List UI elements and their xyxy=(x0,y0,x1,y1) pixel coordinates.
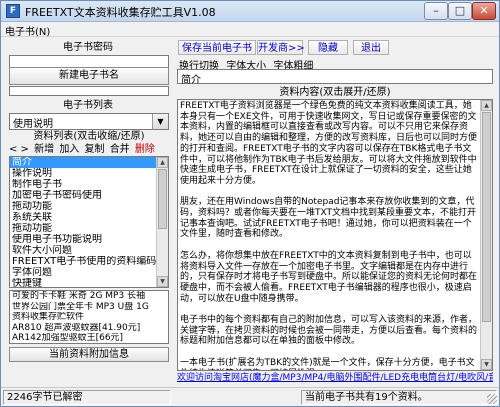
list-item[interactable]: 软件大小问题 xyxy=(10,245,168,256)
scroll-up-icon[interactable]: ▲ xyxy=(157,157,168,168)
list-item[interactable]: 简介 xyxy=(10,157,168,168)
save-book-button[interactable]: 保存当前电子书 xyxy=(178,40,256,55)
content-editor[interactable]: FREETXT电子资料浏览器是一个绿色免费的纯文本资料收集阅读工具，她本身只有一… xyxy=(177,99,493,371)
list-item[interactable]: 使用电子书功能说明 xyxy=(10,234,168,245)
menu-bar: 电子书(N) xyxy=(1,22,499,38)
window-title: FREETXT文本资料收集存贮工具V1.08 xyxy=(25,6,216,19)
book-select-value: 使用说明 xyxy=(13,119,53,130)
delete-item-button[interactable]: 删除 xyxy=(135,144,155,155)
scroll-down-icon[interactable]: ▼ xyxy=(157,276,168,287)
resize-grip-icon[interactable] xyxy=(487,394,497,404)
material-toolbar: < > 新增 加入 复制 合并 删除 xyxy=(9,144,169,156)
add-item-button[interactable]: 加入 xyxy=(59,144,79,155)
scroll-down-icon[interactable]: ▼ xyxy=(481,359,492,370)
info-line: 世界公园门票全年卡 MP3 U盘 1G xyxy=(12,301,149,312)
list-item[interactable]: 字体问题 xyxy=(10,267,168,278)
chevron-down-icon[interactable]: ▼ xyxy=(152,114,168,129)
content-scrollbar[interactable]: ▲ ▼ xyxy=(480,100,492,370)
scrollbar-thumb[interactable] xyxy=(482,112,491,322)
status-item-count: 当前电子书共有19个资料。 xyxy=(301,390,497,405)
new-item-button[interactable]: 新增 xyxy=(34,144,54,155)
content-text[interactable]: FREETXT电子资料浏览器是一个绿色免费的纯文本资料收集阅读工具，她本身只有一… xyxy=(180,101,480,370)
nav-arrows[interactable]: < > xyxy=(9,144,29,155)
list-item[interactable]: 制作电子书 xyxy=(10,179,168,190)
info-line: AR810 超声波驱蚊器[41.90元] xyxy=(12,322,141,333)
merge-item-button[interactable]: 合并 xyxy=(110,144,130,155)
material-title-field[interactable]: 简介 xyxy=(177,69,493,86)
list-item[interactable]: 拖动功能 xyxy=(10,223,168,234)
developer-button[interactable]: 开发商>> xyxy=(257,40,305,55)
material-list-header[interactable]: 资料列表(双击收缩/还原) xyxy=(11,131,167,143)
info-line: 资料收集存贮软件 xyxy=(12,312,85,322)
menu-ebook[interactable]: 电子书(N) xyxy=(5,23,50,38)
attach-info-label[interactable]: 当前资料附加信息 xyxy=(9,347,169,362)
status-bar: 2246字节已解密 当前电子书共有19个资料。 xyxy=(1,387,499,406)
attached-info-lines: 可爱的卡卡鞋 米奇 2G MP3 长袖 世界公园门票全年卡 MP3 U盘 1G 资料… xyxy=(10,291,168,345)
info-line: 精华电筒合作[实手工]系列产品 xyxy=(10,344,168,345)
shop-link[interactable]: 欢迎访问淘宝网店(魔力盒/MP3/MP4/电脑外围配件/LED充电电筒台灯/电吹… xyxy=(177,372,493,384)
app-window: F FREETXT文本资料收集存贮工具V1.08 – □ ✕ 电子书(N) 电子… xyxy=(0,0,500,407)
list-item[interactable]: 加密电子书密码使用 xyxy=(10,190,168,201)
app-icon: F xyxy=(6,4,20,18)
material-list[interactable]: 简介 操作说明 制作电子书 加密电子书密码使用 拖动功能 系统关联 拖动功能 使用电子书功能说… xyxy=(9,156,169,288)
list-item[interactable]: 快捷键 xyxy=(10,278,168,287)
list-item[interactable]: 操作说明 xyxy=(10,168,168,179)
info-line: AR142加强型驱蚊王[66元] xyxy=(12,333,124,343)
new-book-button[interactable]: 新建电子书名 xyxy=(9,67,169,85)
list-item[interactable]: 系统关联 xyxy=(10,212,168,223)
minimize-button[interactable]: – xyxy=(424,2,448,20)
material-title-value: 简介 xyxy=(181,75,201,86)
scrollbar-thumb[interactable] xyxy=(158,169,167,229)
info-line: 可爱的卡卡鞋 米奇 2G MP3 长袖 xyxy=(12,291,146,301)
password-label: 电子书密码 xyxy=(63,42,113,53)
attached-info-box[interactable]: 可爱的卡卡鞋 米奇 2G MP3 长袖 世界公园门票全年卡 MP3 U盘 1G 资料… xyxy=(9,290,169,344)
material-list-items: 简介 操作说明 制作电子书 加密电子书密码使用 拖动功能 系统关联 拖动功能 使用电子书功能说… xyxy=(10,157,168,287)
list-item[interactable]: FREETXT电子书使用的资料编码问题 xyxy=(10,256,168,267)
scroll-up-icon[interactable]: ▲ xyxy=(481,100,492,111)
list-item[interactable]: 拖动功能 xyxy=(10,201,168,212)
book-list-label: 电子书列表 xyxy=(63,100,113,111)
hide-button[interactable]: 隐藏 xyxy=(308,40,348,55)
book-name-input[interactable] xyxy=(9,86,169,96)
book-select[interactable]: 使用说明 ▼ xyxy=(9,113,169,130)
close-button[interactable]: ✕ xyxy=(472,2,496,20)
copy-item-button[interactable]: 复制 xyxy=(85,144,105,155)
content-label[interactable]: 资料内容(双击展开/还原) xyxy=(177,87,493,99)
status-decrypted: 2246字节已解密 xyxy=(3,390,171,405)
material-list-scrollbar[interactable]: ▲ ▼ xyxy=(156,157,168,287)
title-bar[interactable]: F FREETXT文本资料收集存贮工具V1.08 – □ ✕ xyxy=(1,1,499,22)
exit-button[interactable]: 退出 xyxy=(353,40,389,55)
maximize-button[interactable]: □ xyxy=(448,2,472,20)
